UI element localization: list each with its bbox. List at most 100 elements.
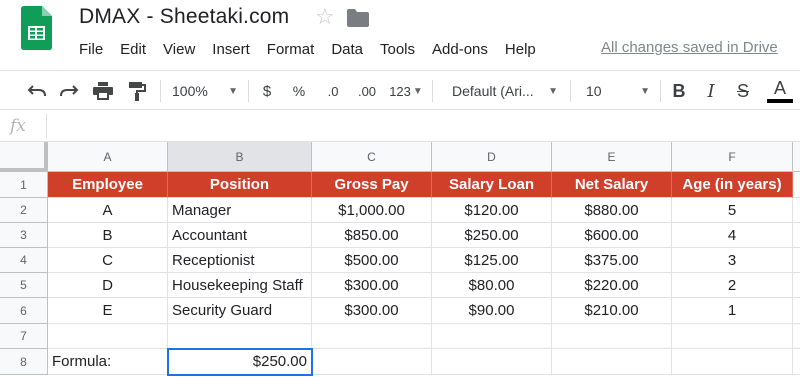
google-sheets-logo[interactable] <box>21 6 52 50</box>
cell-b5[interactable]: Housekeeping Staff <box>168 273 312 298</box>
star-icon[interactable]: ☆ <box>315 6 335 28</box>
formula-input[interactable] <box>52 110 792 141</box>
cell-e1[interactable]: Net Salary <box>552 172 672 198</box>
cell-g5[interactable] <box>793 273 800 298</box>
paint-format-button[interactable] <box>124 71 150 111</box>
menu-data[interactable]: Data <box>331 41 363 58</box>
column-header-c[interactable]: C <box>312 142 432 172</box>
menu-file[interactable]: File <box>79 41 103 58</box>
cell-f8[interactable] <box>672 349 793 375</box>
cell-b2[interactable]: Manager <box>168 198 312 223</box>
cell-c3[interactable]: $850.00 <box>312 223 432 248</box>
cell-g2[interactable] <box>793 198 800 223</box>
column-header-a[interactable]: A <box>48 142 168 172</box>
font-family-select[interactable]: Default (Ari... ▼ <box>448 71 562 111</box>
row-header-2[interactable]: 2 <box>0 198 48 223</box>
cell-a8[interactable]: Formula: <box>48 349 168 375</box>
cell-b1[interactable]: Position <box>168 172 312 198</box>
save-status-link[interactable]: All changes saved in Drive <box>601 39 778 56</box>
cell-c2[interactable]: $1,000.00 <box>312 198 432 223</box>
cell-d2[interactable]: $120.00 <box>432 198 552 223</box>
menu-edit[interactable]: Edit <box>120 41 146 58</box>
cell-d1[interactable]: Salary Loan <box>432 172 552 198</box>
cell-f2[interactable]: 5 <box>672 198 793 223</box>
cell-a4[interactable]: C <box>48 248 168 273</box>
row-header-7[interactable]: 7 <box>0 324 48 349</box>
cell-a1[interactable]: Employee <box>48 172 168 198</box>
menu-tools[interactable]: Tools <box>380 41 415 58</box>
cell-d3[interactable]: $250.00 <box>432 223 552 248</box>
cell-d5[interactable]: $80.00 <box>432 273 552 298</box>
cell-f1[interactable]: Age (in years) <box>672 172 793 198</box>
cell-a5[interactable]: D <box>48 273 168 298</box>
percent-format-button[interactable]: % <box>288 71 310 111</box>
menu-view[interactable]: View <box>163 41 195 58</box>
cell-b8[interactable]: $250.00 <box>168 349 312 375</box>
row-header-5[interactable]: 5 <box>0 273 48 298</box>
row-header-3[interactable]: 3 <box>0 223 48 248</box>
menu-insert[interactable]: Insert <box>212 41 250 58</box>
text-color-button[interactable]: A <box>766 71 794 111</box>
cell-b4[interactable]: Receptionist <box>168 248 312 273</box>
menu-help[interactable]: Help <box>505 41 536 58</box>
row-header-6[interactable]: 6 <box>0 298 48 324</box>
cell-e2[interactable]: $880.00 <box>552 198 672 223</box>
cell-g6[interactable] <box>793 298 800 324</box>
cell-d8[interactable] <box>432 349 552 375</box>
print-button[interactable] <box>90 71 116 111</box>
cell-b6[interactable]: Security Guard <box>168 298 312 324</box>
cell-a2[interactable]: A <box>48 198 168 223</box>
row-header-4[interactable]: 4 <box>0 248 48 273</box>
cell-g1[interactable] <box>793 172 800 198</box>
cell-b7[interactable] <box>168 324 312 349</box>
bold-button[interactable]: B <box>668 71 690 111</box>
column-header-d[interactable]: D <box>432 142 552 172</box>
cell-g3[interactable] <box>793 223 800 248</box>
column-header-b[interactable]: B <box>168 142 312 172</box>
cell-e7[interactable] <box>552 324 672 349</box>
more-formats-button[interactable]: 123 ▼ <box>386 71 426 111</box>
cell-e6[interactable]: $210.00 <box>552 298 672 324</box>
cell-d4[interactable]: $125.00 <box>432 248 552 273</box>
italic-button[interactable]: I <box>700 71 722 111</box>
zoom-select[interactable]: 100% ▼ <box>168 71 242 111</box>
cell-f3[interactable]: 4 <box>672 223 793 248</box>
cell-e8[interactable] <box>552 349 672 375</box>
redo-button[interactable] <box>56 71 82 111</box>
undo-button[interactable] <box>24 71 50 111</box>
font-size-select[interactable]: 10 ▼ <box>582 71 654 111</box>
cell-g8[interactable] <box>793 349 800 375</box>
select-all-corner[interactable] <box>0 142 48 172</box>
cell-f7[interactable] <box>672 324 793 349</box>
cell-c7[interactable] <box>312 324 432 349</box>
cell-a3[interactable]: B <box>48 223 168 248</box>
cell-g4[interactable] <box>793 248 800 273</box>
currency-format-button[interactable]: $ <box>256 71 278 111</box>
cell-f5[interactable]: 2 <box>672 273 793 298</box>
cell-c8[interactable] <box>312 349 432 375</box>
cell-c1[interactable]: Gross Pay <box>312 172 432 198</box>
cell-e3[interactable]: $600.00 <box>552 223 672 248</box>
column-header-g[interactable] <box>793 142 800 172</box>
cell-f4[interactable]: 3 <box>672 248 793 273</box>
decrease-decimal-button[interactable]: .0 <box>320 71 346 111</box>
cell-d6[interactable]: $90.00 <box>432 298 552 324</box>
cell-c4[interactable]: $500.00 <box>312 248 432 273</box>
column-header-e[interactable]: E <box>552 142 672 172</box>
cell-e4[interactable]: $375.00 <box>552 248 672 273</box>
document-title[interactable]: DMAX - Sheetaki.com <box>79 5 289 29</box>
cell-g7[interactable] <box>793 324 800 349</box>
cell-a7[interactable] <box>48 324 168 349</box>
cell-b3[interactable]: Accountant <box>168 223 312 248</box>
column-header-f[interactable]: F <box>672 142 793 172</box>
row-header-1[interactable]: 1 <box>0 172 48 198</box>
increase-decimal-button[interactable]: .00 <box>352 71 382 111</box>
row-header-8[interactable]: 8 <box>0 349 48 375</box>
cell-f6[interactable]: 1 <box>672 298 793 324</box>
cell-d7[interactable] <box>432 324 552 349</box>
strikethrough-button[interactable]: S <box>732 71 754 111</box>
cell-a6[interactable]: E <box>48 298 168 324</box>
cell-c6[interactable]: $300.00 <box>312 298 432 324</box>
cell-e5[interactable]: $220.00 <box>552 273 672 298</box>
menu-add-ons[interactable]: Add-ons <box>432 41 488 58</box>
